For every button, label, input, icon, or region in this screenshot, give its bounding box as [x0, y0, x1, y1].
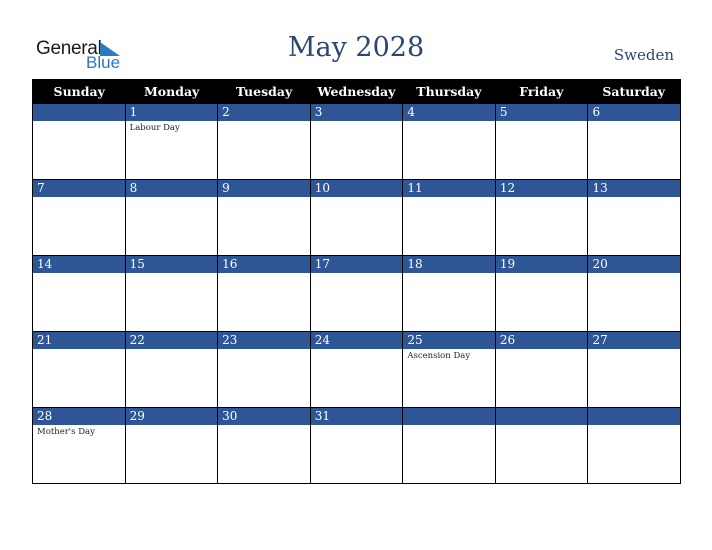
date-number: 2	[217, 104, 310, 121]
date-number-bar: 7 8 9 10 11 12 13	[33, 180, 680, 197]
date-number: 19	[494, 256, 588, 273]
weekday-sunday: Sunday	[53, 84, 105, 99]
week-row: 28 29 30 31 Mother's Day	[33, 407, 680, 483]
day-cell-event	[402, 273, 495, 331]
date-number: 24	[309, 332, 403, 349]
day-cell-event	[494, 197, 588, 255]
date-number: 16	[217, 256, 310, 273]
date-number: 12	[494, 180, 588, 197]
weekday-wednesday: Wednesday	[317, 84, 396, 99]
weekday-header: Sunday Monday Tuesday Wednesday Thursday…	[33, 80, 680, 103]
day-cells	[33, 197, 680, 255]
date-number: 7	[37, 181, 45, 195]
day-cell-event	[402, 425, 495, 483]
date-number: 25	[402, 332, 495, 349]
date-number: 5	[494, 104, 588, 121]
date-number: 21	[37, 333, 53, 347]
day-cell-event	[33, 273, 125, 331]
date-number: 29	[124, 408, 218, 425]
date-number: 26	[494, 332, 588, 349]
calendar-grid: Sunday Monday Tuesday Wednesday Thursday…	[32, 79, 681, 484]
day-cell-event	[587, 121, 680, 179]
date-number: 31	[309, 408, 403, 425]
day-cell-event	[309, 121, 403, 179]
day-cell-event	[402, 197, 495, 255]
day-cell-event	[33, 349, 125, 407]
day-cell-event	[309, 197, 403, 255]
date-number: 10	[309, 180, 403, 197]
date-number: 4	[402, 104, 495, 121]
day-cell-event	[587, 425, 680, 483]
day-cell-event	[402, 121, 495, 179]
date-number: 28	[37, 409, 53, 423]
day-cell-event	[587, 197, 680, 255]
date-number: 11	[402, 180, 495, 197]
day-cell-event	[124, 425, 218, 483]
day-cell-event	[494, 349, 588, 407]
date-number: 9	[217, 180, 310, 197]
date-number-bar: 123456	[33, 104, 680, 121]
weekday-friday: Friday	[519, 84, 564, 99]
date-number: 13	[587, 180, 680, 197]
weekday-monday: Monday	[143, 84, 200, 99]
day-cells: Labour Day	[33, 121, 680, 179]
day-cell-event	[587, 273, 680, 331]
day-cell-event	[309, 349, 403, 407]
date-number: 3	[309, 104, 403, 121]
day-cell-event	[587, 349, 680, 407]
day-cells	[33, 273, 680, 331]
day-cell-event	[217, 425, 310, 483]
weekday-tuesday: Tuesday	[235, 84, 293, 99]
day-cell-event: Ascension Day	[402, 349, 495, 407]
week-row: 21 22 23 24 25 26 27 Ascension Day	[33, 331, 680, 407]
date-number: 17	[309, 256, 403, 273]
day-cell-event	[124, 273, 218, 331]
day-cell-event: Labour Day	[124, 121, 218, 179]
week-row: 1 2 3 4 5 6 Labour Day	[33, 103, 680, 179]
day-cell-event	[494, 121, 588, 179]
day-cell-event	[217, 197, 310, 255]
day-cell-event	[217, 349, 310, 407]
date-number-bar: 28 29 30 31	[33, 408, 680, 425]
calendar-title: May 2028	[287, 32, 425, 63]
day-cell-event	[124, 349, 218, 407]
date-number: 20	[587, 256, 680, 273]
date-number: 1	[124, 104, 218, 121]
date-number: 8	[124, 180, 218, 197]
day-cell-event	[124, 197, 218, 255]
date-number	[402, 408, 495, 425]
day-cell-event	[33, 197, 125, 255]
day-cell-event	[33, 121, 125, 179]
country-label: Sweden	[613, 46, 674, 64]
day-cells: Ascension Day	[33, 349, 680, 407]
date-number: 22	[124, 332, 218, 349]
weekday-saturday: Saturday	[602, 84, 666, 99]
weekday-thursday: Thursday	[416, 84, 482, 99]
date-number	[587, 408, 680, 425]
day-cell-event	[217, 273, 310, 331]
day-cell-event	[309, 425, 403, 483]
date-number	[494, 408, 588, 425]
date-number-bar: 21 22 23 24 25 26 27	[33, 332, 680, 349]
date-number: 15	[124, 256, 218, 273]
date-number: 18	[402, 256, 495, 273]
week-row: 7 8 9 10 11 12 13	[33, 179, 680, 255]
day-cells: Mother's Day	[33, 425, 680, 483]
date-number: 27	[587, 332, 680, 349]
date-number: 14	[37, 257, 53, 271]
week-row: 14 15 16 17 18 19 20	[33, 255, 680, 331]
date-number: 23	[217, 332, 310, 349]
day-cell-event: Mother's Day	[37, 427, 95, 437]
date-number-bar: 14 15 16 17 18 19 20	[33, 256, 680, 273]
date-number: 6	[587, 104, 680, 121]
day-cell-event	[217, 121, 310, 179]
day-cell-event	[494, 273, 588, 331]
day-cell-event	[309, 273, 403, 331]
day-cell-event	[494, 425, 588, 483]
date-number	[33, 104, 125, 121]
date-number: 30	[217, 408, 310, 425]
